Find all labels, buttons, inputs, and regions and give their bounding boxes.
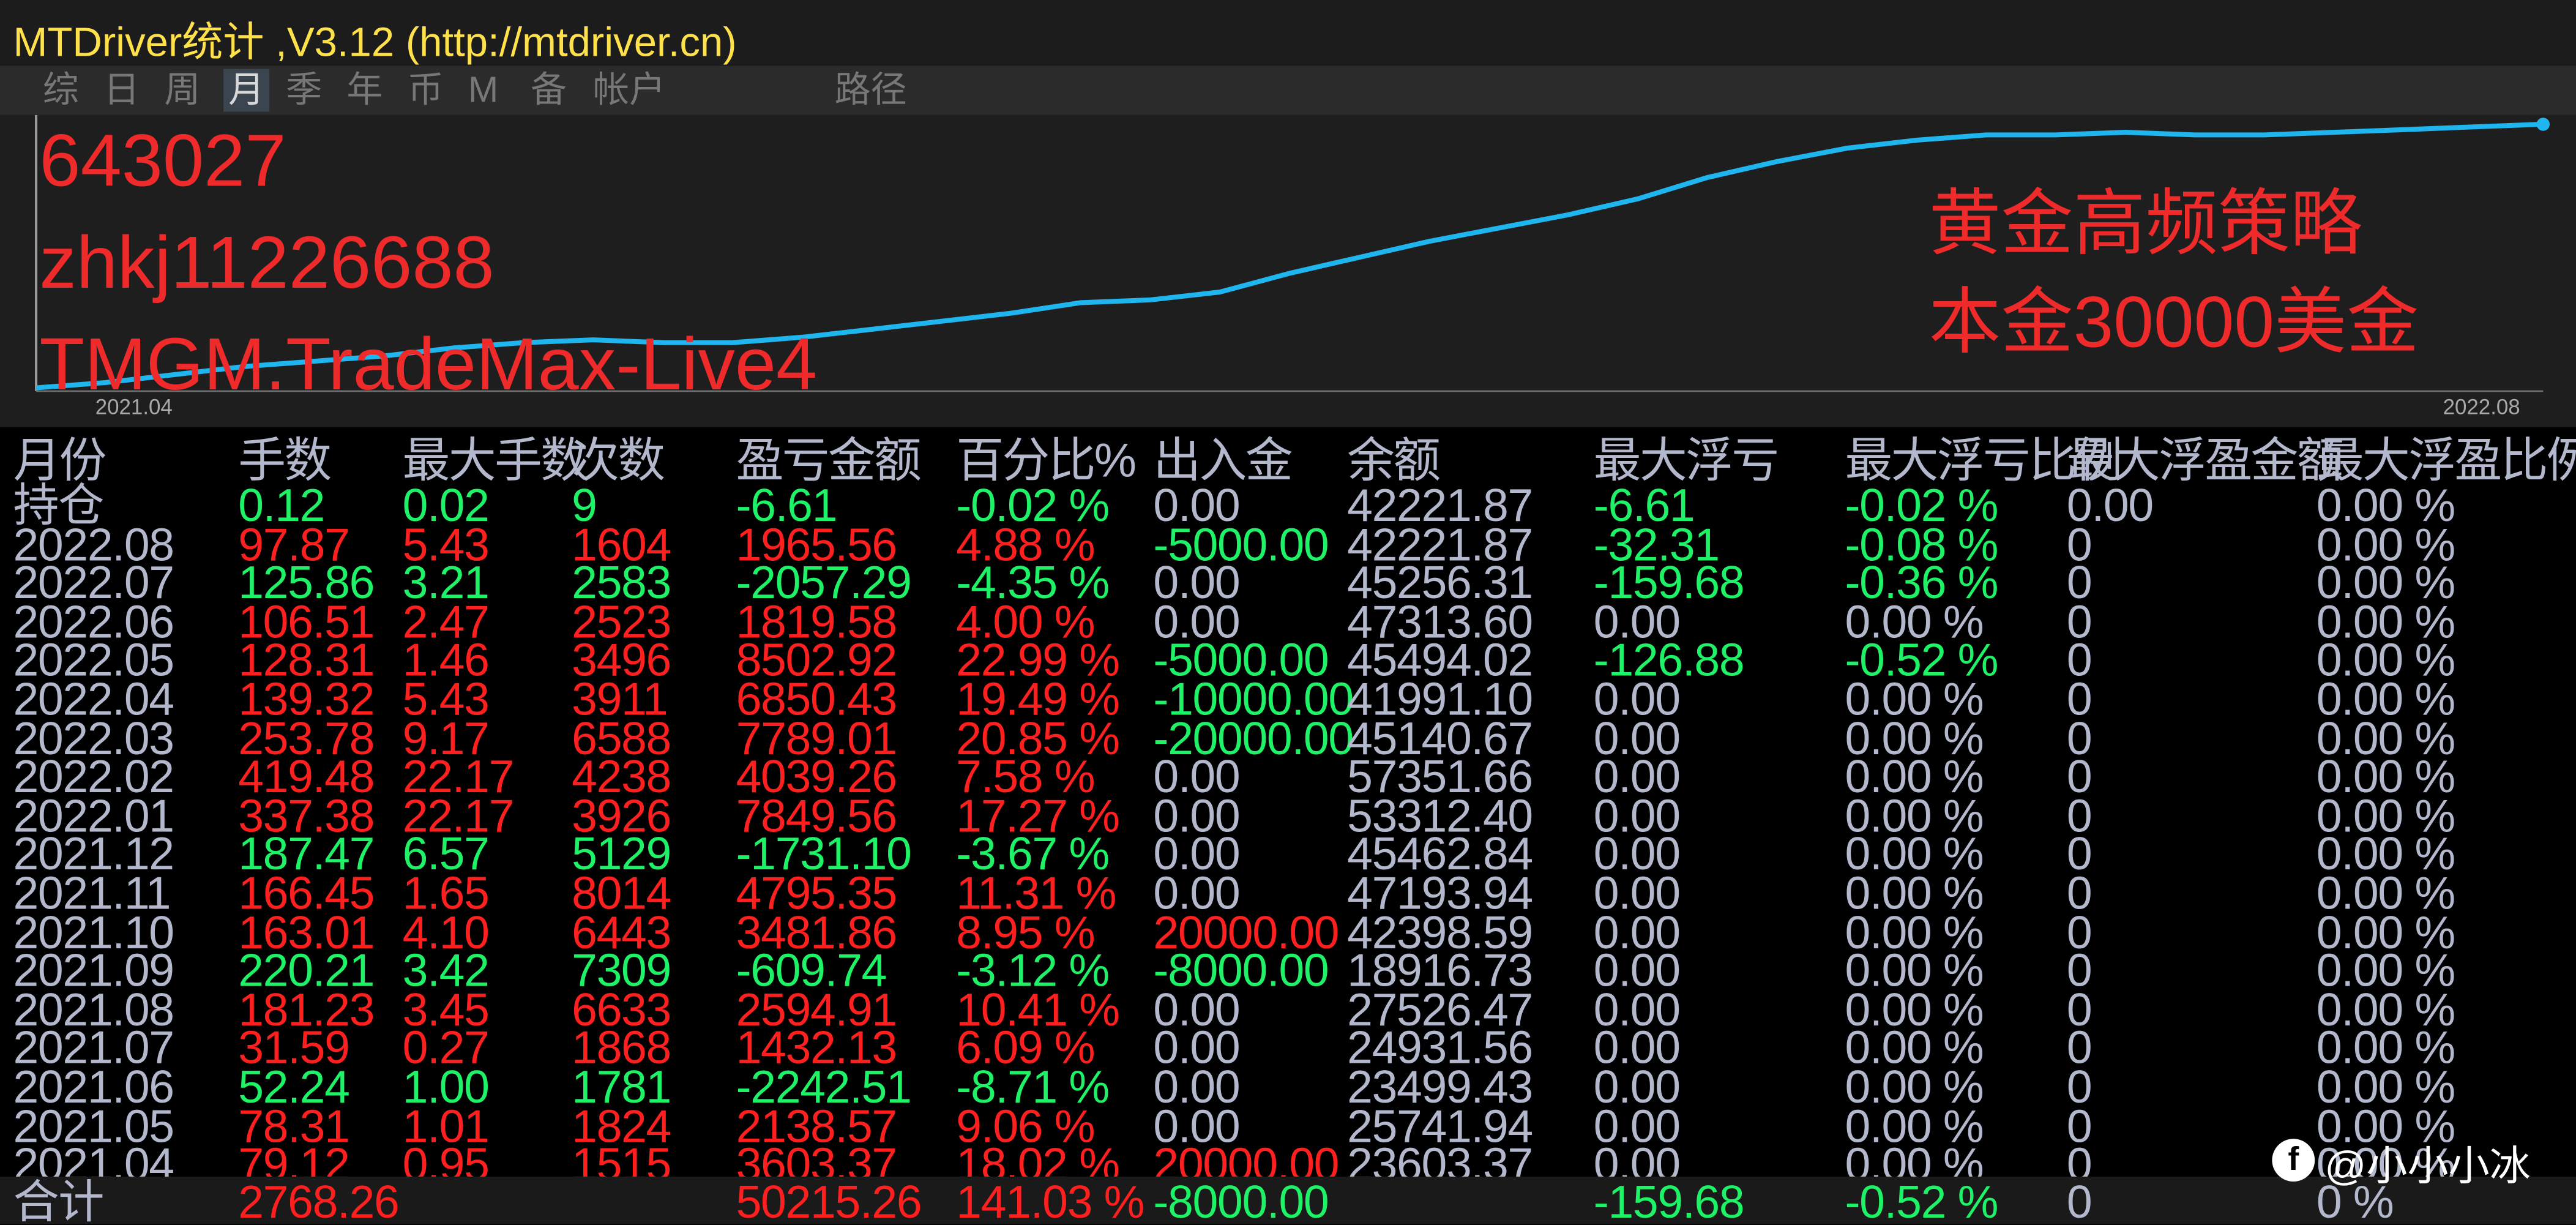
table-row[interactable]: 2022.03 253.78 9.17 6588 7789.01 20.85 % -2000… — [0, 713, 2576, 763]
table-row[interactable]: 2022.07 125.86 3.21 2583 -2057.29 -4.35 % 0.00… — [0, 558, 2576, 608]
chart-start-date: 2021.04 — [95, 394, 173, 419]
tab-4[interactable]: 季 — [286, 69, 322, 112]
cell-month: 合计 — [13, 1176, 104, 1224]
server-name: TMGM.TradeMax-Live4 — [39, 322, 818, 406]
column-header[interactable]: 百分比% — [956, 437, 1137, 487]
cell-max-dd: -159.68 — [1593, 1176, 1745, 1224]
tab-5[interactable]: 年 — [346, 69, 383, 112]
platform-logo-icon: f — [2272, 1139, 2315, 1182]
table-row[interactable]: 2021.08 181.23 3.45 6633 2594.91 10.41 % 0.00 2… — [0, 985, 2576, 1035]
cell-lots: 2768.26 — [238, 1176, 400, 1224]
column-header[interactable]: 手数 — [238, 437, 332, 487]
equity-last-point — [2536, 118, 2550, 131]
account-user: zhkj11226688 — [39, 220, 495, 304]
strategy-label: 黄金高频策略 — [1928, 184, 2363, 265]
capital-label: 本金30000美金 — [1928, 282, 2419, 364]
column-header[interactable]: 盈亏金额 — [736, 437, 922, 487]
table-row[interactable]: 2021.06 52.24 1.00 1781 -2242.51 -8.71 % 0.00 2… — [0, 1062, 2576, 1112]
column-header[interactable]: 最大浮盈比例 — [2317, 437, 2576, 487]
tab-7[interactable]: M — [468, 69, 498, 112]
cell-max-dd-pct: -0.52 % — [1845, 1176, 1998, 1224]
tab-3[interactable]: 月 — [223, 69, 270, 112]
equity-chart: 643027 zhkj11226688 TMGM.TradeMax-Live4 … — [0, 114, 2576, 427]
tab-6[interactable]: 币 — [408, 69, 444, 112]
mtdriver-window: MTDriver统计 ,V3.12 (http://mtdriver.cn) 综… — [0, 0, 2576, 1224]
table-row[interactable]: 2022.02 419.48 22.17 4238 4039.26 7.58 % 0.00 5… — [0, 752, 2576, 802]
tab-1[interactable]: 日 — [103, 69, 140, 112]
chart-end-date: 2022.08 — [2443, 394, 2520, 419]
table-row[interactable]: 2021.12 187.47 6.57 5129 -1731.10 -3.67 % 0.00… — [0, 830, 2576, 879]
cell-pct: 141.03 % — [956, 1176, 1144, 1224]
tab-2[interactable]: 周 — [164, 69, 200, 112]
tab-10[interactable]: 路径 — [835, 69, 907, 112]
table-row[interactable]: 2022.08 97.87 5.43 1604 1965.56 4.88 % -5000.0… — [0, 519, 2576, 569]
table-row[interactable]: 2022.01 337.38 22.17 3926 7849.56 17.27 % 0.00… — [0, 791, 2576, 841]
column-header[interactable]: 余额 — [1347, 437, 1441, 487]
column-header[interactable]: 最大手数 — [403, 437, 588, 487]
cell-max-fp: 0 — [2066, 1176, 2093, 1224]
cell-deposit: -8000.00 — [1153, 1176, 1329, 1224]
tab-8[interactable]: 备 — [531, 69, 567, 112]
column-header[interactable]: 最大浮盈金额 — [2067, 437, 2345, 487]
tab-0[interactable]: 综 — [43, 69, 79, 112]
watermark-text: @小小小冰 — [2324, 1144, 2531, 1190]
account-number: 643027 — [39, 118, 286, 203]
tab-bar: 综日周月季年币 M 备帐户 路径 — [0, 66, 2576, 115]
table-row[interactable]: 2021.07 31.59 0.27 1868 1432.13 6.09 % 0.00 249… — [0, 1024, 2576, 1073]
window-title: MTDriver统计 ,V3.12 (http://mtdriver.cn) — [13, 20, 737, 66]
column-header[interactable]: 最大浮亏 — [1594, 437, 1779, 487]
tab-9[interactable]: 帐户 — [593, 69, 665, 112]
column-header[interactable]: 月份 — [13, 437, 106, 487]
table-row[interactable]: 2021.09 220.21 3.42 7309 -609.74 -3.12 % -8000… — [0, 946, 2576, 995]
column-header[interactable]: 次数 — [572, 437, 665, 487]
monthly-stats-table: 月份 手数 最大手数 次数 盈亏金额 百分比% 出入金 余额 最大浮亏 最大浮亏比例 最大浮盈金额最… — [0, 430, 2576, 1224]
title-bar: MTDriver统计 ,V3.12 (http://mtdriver.cn) — [0, 0, 2576, 66]
total-row[interactable]: 合计 2768.26 50215.26 141.03 % -8000.00 -159.68… — [0, 1177, 2576, 1224]
column-header[interactable]: 出入金 — [1153, 437, 1293, 487]
cell-pnl: 50215.26 — [736, 1176, 922, 1224]
